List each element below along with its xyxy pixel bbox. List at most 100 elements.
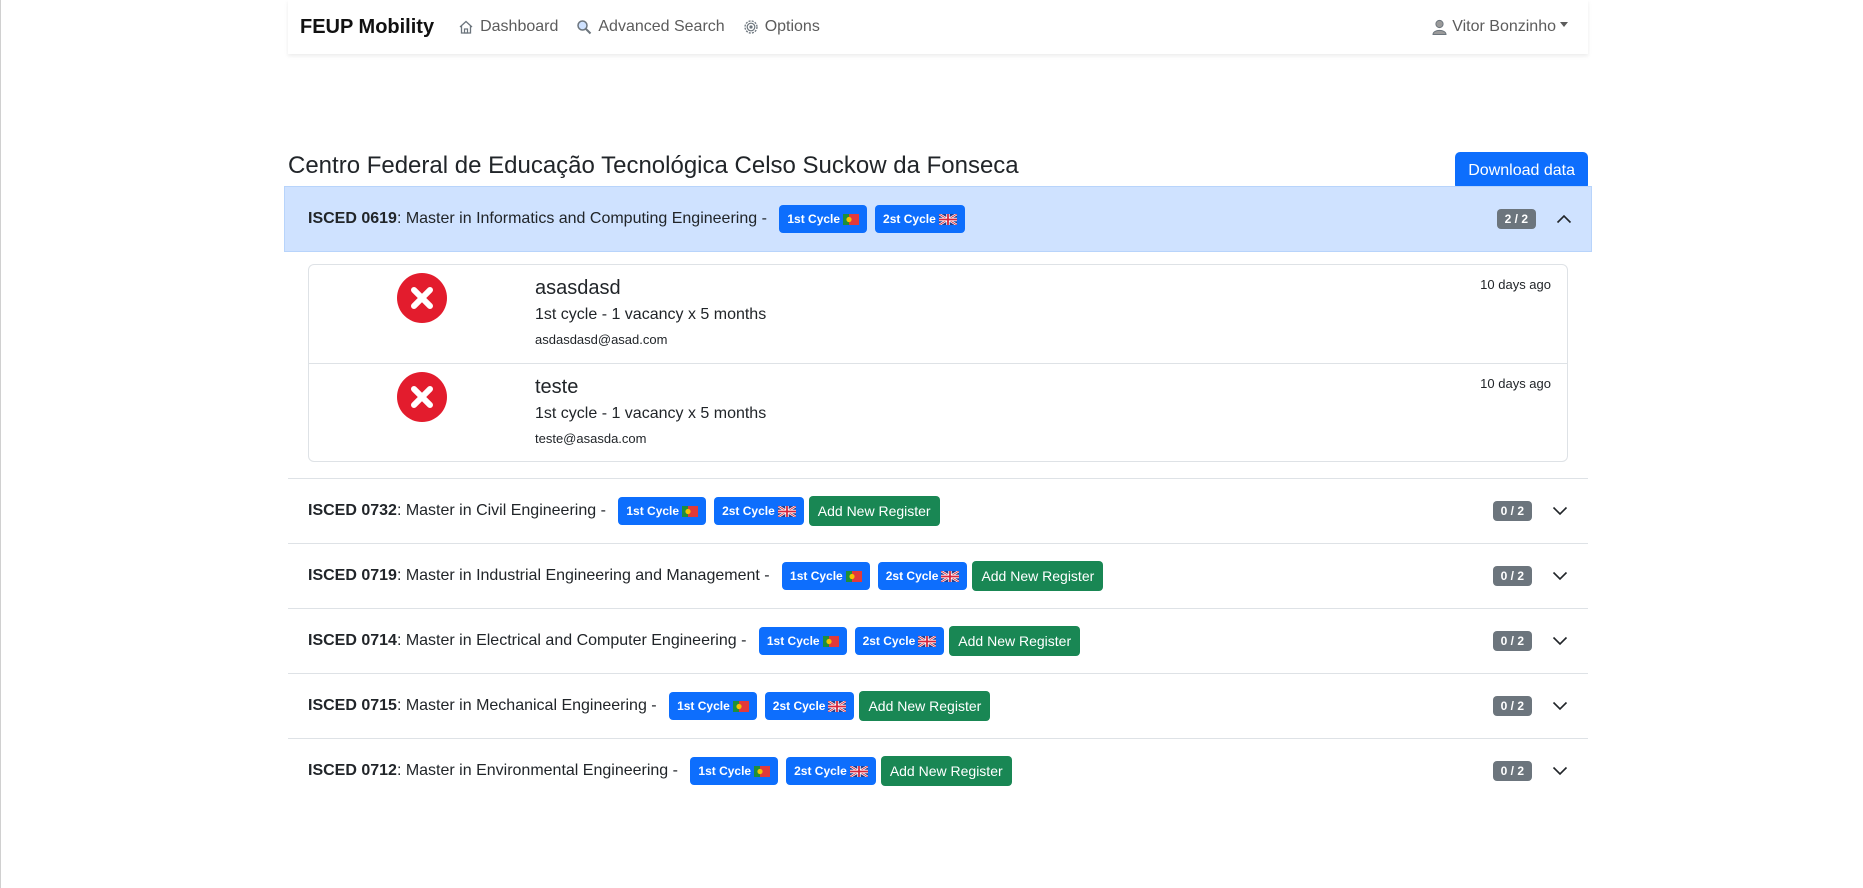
chevron-up-icon[interactable] (1556, 211, 1572, 227)
register-status (309, 364, 535, 461)
badge-label: 2st Cycle (772, 699, 826, 713)
portugal-flag-icon (845, 570, 862, 582)
badge-label: 2st Cycle (885, 569, 939, 583)
uk-flag-icon (828, 700, 847, 712)
add-new-register-button[interactable]: Add New Register (859, 691, 991, 721)
nav-dashboard-label: Dashboard (480, 18, 559, 35)
badge-label: 2st Cycle (883, 212, 936, 226)
course-header[interactable]: ISCED 0719 : Master in Industrial Engine… (288, 544, 1588, 608)
chevron-down-icon[interactable] (1552, 633, 1568, 649)
register-count-badge: 0 / 2 (1492, 696, 1532, 716)
register-count-badge: 0 / 2 (1492, 761, 1532, 781)
nav-options[interactable]: Options (743, 18, 820, 36)
course-item: ISCED 0732 : Master in Civil Engineering… (288, 479, 1588, 544)
course-header[interactable]: ISCED 0715 : Master in Mechanical Engine… (288, 674, 1588, 738)
course-name: : Master in Environmental Engineering - (396, 762, 683, 779)
chevron-down-icon[interactable] (1552, 503, 1568, 519)
course-code: ISCED 0715 (308, 697, 397, 714)
x-circle-icon[interactable] (397, 372, 447, 422)
register-email: teste@asasda.com (535, 431, 647, 446)
register-timestamp: 10 days ago (1480, 376, 1551, 391)
register-count-badge: 0 / 2 (1492, 501, 1532, 521)
register-email: asdasdasd@asad.com (535, 332, 668, 347)
uk-flag-icon (938, 213, 957, 225)
second-cycle-badge: 2st Cycle (786, 757, 876, 785)
uk-flag-icon (777, 505, 796, 517)
portugal-flag-icon (732, 700, 749, 712)
course-code: ISCED 0719 (308, 567, 397, 584)
course-code: ISCED 0712 (308, 762, 397, 779)
course-item: ISCED 0619 : Master in Informatics and C… (284, 186, 1592, 479)
courses-accordion: ISCED 0619 : Master in Informatics and C… (284, 186, 1592, 803)
register-timestamp: 10 days ago (1480, 277, 1551, 292)
register-count-badge: 0 / 2 (1492, 566, 1532, 586)
chevron-down-icon[interactable] (1552, 568, 1568, 584)
course-code: ISCED 0619 (308, 210, 397, 227)
first-cycle-badge: 1st Cycle (690, 757, 779, 785)
register-count-badge: 2 / 2 (1496, 209, 1536, 229)
course-title: ISCED 0712 : Master in Environmental Eng… (308, 762, 682, 780)
portugal-flag-icon (754, 765, 771, 777)
course-name: : Master in Mechanical Engineering - (396, 697, 662, 714)
search-icon (577, 20, 592, 35)
user-icon (1432, 19, 1447, 35)
page-header: Centro Federal de Educação Tecnológica C… (288, 102, 1588, 190)
second-cycle-badge: 2st Cycle (877, 562, 968, 590)
add-new-register-button[interactable]: Add New Register (949, 626, 1081, 656)
badge-label: 1st Cycle (698, 764, 752, 778)
course-header[interactable]: ISCED 0714 : Master in Electrical and Co… (288, 609, 1588, 673)
badge-label: 2st Cycle (722, 504, 775, 518)
register-description: 1st cycle - 1 vacancy x 5 months (535, 405, 767, 422)
register-name: asasdasd (535, 277, 621, 299)
brand[interactable]: FEUP Mobility (300, 16, 434, 39)
first-cycle-badge: 1st Cycle (758, 627, 847, 655)
navbar: FEUP Mobility Dashboard Advanced Search … (288, 0, 1588, 54)
chevron-down-icon (1560, 21, 1568, 27)
nav-dashboard[interactable]: Dashboard (458, 18, 558, 36)
badge-label: 2st Cycle (862, 634, 916, 648)
register-count-badge: 0 / 2 (1492, 631, 1532, 651)
gear-icon (744, 20, 758, 34)
course-title: ISCED 0619 : Master in Informatics and C… (308, 210, 771, 228)
course-name: : Master in Electrical and Computer Engi… (396, 632, 751, 649)
second-cycle-badge: 2st Cycle (764, 692, 855, 720)
course-code: ISCED 0714 (308, 632, 397, 649)
register-content: asasdasd 1st cycle - 1 vacancy x 5 month… (535, 265, 766, 363)
user-name: Vitor Bonzinho (1452, 18, 1556, 35)
chevron-down-icon[interactable] (1552, 698, 1568, 714)
second-cycle-badge: 2st Cycle (875, 205, 965, 233)
register-item: asasdasd 1st cycle - 1 vacancy x 5 month… (309, 265, 1567, 363)
download-data-button[interactable]: Download data (1455, 152, 1588, 190)
nav-advanced-search[interactable]: Advanced Search (576, 18, 725, 36)
second-cycle-badge: 2st Cycle (854, 627, 945, 655)
course-item: ISCED 0719 : Master in Industrial Engine… (288, 544, 1588, 609)
main-container: FEUP Mobility Dashboard Advanced Search … (284, 0, 1592, 803)
course-item: ISCED 0715 : Master in Mechanical Engine… (288, 674, 1588, 739)
x-circle-icon[interactable] (397, 273, 447, 323)
register-content: teste 1st cycle - 1 vacancy x 5 months t… (535, 364, 766, 461)
register-item: teste 1st cycle - 1 vacancy x 5 months t… (309, 363, 1567, 461)
course-title: ISCED 0732 : Master in Civil Engineering… (308, 502, 610, 520)
badge-label: 1st Cycle (790, 569, 843, 583)
course-title: ISCED 0715 : Master in Mechanical Engine… (308, 697, 661, 715)
user-menu[interactable]: Vitor Bonzinho (1432, 18, 1568, 36)
portugal-flag-icon (822, 635, 839, 647)
register-name: teste (535, 376, 579, 398)
course-name: : Master in Civil Engineering - (396, 502, 611, 519)
badge-label: 1st Cycle (787, 212, 841, 226)
add-new-register-button[interactable]: Add New Register (972, 561, 1104, 591)
uk-flag-icon (941, 570, 960, 582)
first-cycle-badge: 1st Cycle (669, 692, 757, 720)
register-description: 1st cycle - 1 vacancy x 5 months (535, 306, 767, 323)
add-new-register-button[interactable]: Add New Register (808, 496, 940, 526)
course-item: ISCED 0712 : Master in Environmental Eng… (288, 739, 1588, 803)
portugal-flag-icon (682, 505, 699, 517)
course-title: ISCED 0714 : Master in Electrical and Co… (308, 632, 751, 650)
first-cycle-badge: 1st Cycle (782, 562, 870, 590)
chevron-down-icon[interactable] (1552, 763, 1568, 779)
course-header[interactable]: ISCED 0619 : Master in Informatics and C… (284, 186, 1592, 252)
add-new-register-button[interactable]: Add New Register (880, 756, 1012, 786)
course-header[interactable]: ISCED 0712 : Master in Environmental Eng… (288, 739, 1588, 803)
badge-label: 1st Cycle (626, 504, 680, 518)
course-header[interactable]: ISCED 0732 : Master in Civil Engineering… (288, 479, 1588, 543)
